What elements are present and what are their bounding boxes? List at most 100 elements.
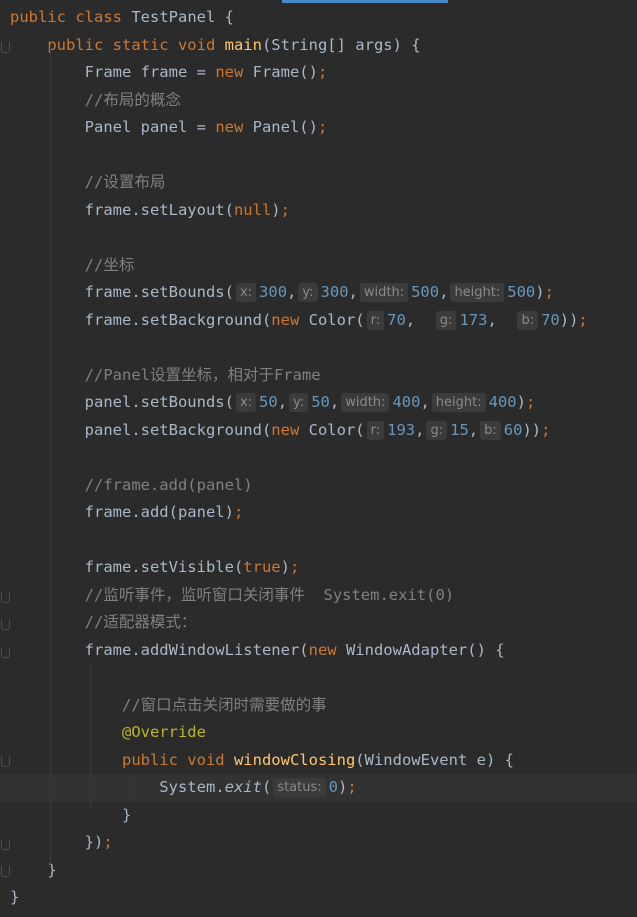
- code-token: new: [215, 118, 253, 136]
- code-line[interactable]: });: [0, 829, 637, 857]
- fold-marker-icon[interactable]: [1, 647, 10, 658]
- code-token: public static void: [47, 35, 225, 54]
- code-token: new: [308, 640, 346, 659]
- code-token: new: [271, 420, 309, 439]
- code-token: )): [559, 310, 579, 329]
- parameter-hint: g:: [426, 420, 448, 440]
- code-token: ;: [233, 503, 244, 521]
- code-line[interactable]: Panel panel = new Panel();: [0, 114, 637, 142]
- code-token: TestPanel {: [131, 8, 234, 26]
- code-token: ;: [103, 833, 113, 851]
- code-token: ): [516, 393, 526, 411]
- code-text: //窗口点击关闭时需要做的事: [10, 692, 327, 720]
- code-line[interactable]: //frame.add(panel): [0, 472, 637, 500]
- code-token: WindowAdapter() {: [345, 640, 505, 659]
- code-line[interactable]: System.exit(status: 0);: [0, 774, 637, 802]
- code-token: }: [10, 805, 132, 824]
- code-line[interactable]: }: [0, 802, 637, 830]
- code-token: ;: [578, 310, 588, 329]
- code-token: ;: [544, 283, 554, 301]
- code-line[interactable]: }: [0, 884, 637, 912]
- code-token: exit: [224, 778, 262, 796]
- code-token: //监听事件，监听窗口关闭事件 System.exit(0): [84, 585, 455, 604]
- code-line[interactable]: frame.setVisible(true);: [0, 554, 637, 582]
- code-token: }: [10, 888, 20, 906]
- code-line[interactable]: [0, 334, 637, 362]
- code-text: }: [10, 884, 19, 912]
- code-line[interactable]: //窗口点击关闭时需要做的事: [0, 692, 637, 720]
- code-line[interactable]: [0, 664, 637, 692]
- code-token: ,: [468, 420, 479, 439]
- code-token: public class: [10, 8, 132, 26]
- code-line[interactable]: panel.setBounds(x: 50, y: 50, width: 400, heig…: [0, 389, 637, 417]
- code-token: ;: [280, 200, 290, 219]
- fold-marker-icon[interactable]: [1, 592, 10, 603]
- code-token: frame.add(panel): [10, 503, 234, 521]
- code-token: 500: [411, 283, 440, 301]
- code-text: //Panel设置坐标，相对于Frame: [10, 362, 321, 390]
- code-token: //Panel设置坐标，相对于Frame: [84, 365, 321, 384]
- code-token: Frame(): [252, 63, 318, 81]
- code-line[interactable]: frame.add(panel);: [0, 499, 637, 527]
- code-text: //布局的概念: [10, 87, 181, 115]
- code-line[interactable]: //适配器模式：: [0, 609, 637, 637]
- code-line[interactable]: [0, 142, 637, 170]
- code-token: //窗口点击关闭时需要做的事: [121, 695, 327, 714]
- code-line[interactable]: panel.setBackground(new Color(r: 193, g: 15…: [0, 417, 637, 445]
- code-line[interactable]: [0, 444, 637, 472]
- code-token: new: [215, 63, 253, 81]
- fold-marker-icon[interactable]: [1, 619, 10, 630]
- code-token: 50: [311, 393, 330, 411]
- code-line[interactable]: [0, 224, 637, 252]
- parameter-hint: y:: [289, 393, 309, 412]
- code-line[interactable]: //坐标: [0, 252, 637, 280]
- fold-marker-icon[interactable]: [1, 839, 10, 850]
- code-token: ,: [420, 393, 430, 411]
- code-token: frame.addWindowListener(: [10, 640, 309, 659]
- code-token: 193: [387, 420, 416, 439]
- code-token: panel.setBounds(: [10, 393, 234, 411]
- parameter-hint: y:: [298, 283, 318, 302]
- code-editor[interactable]: } } }); } System.exit(status: 0); public …: [0, 4, 637, 917]
- code-line[interactable]: Frame frame = new Frame();: [0, 59, 637, 87]
- code-text: //设置布局: [10, 169, 166, 197]
- code-token: ,: [287, 283, 297, 301]
- code-line[interactable]: public void windowClosing(WindowEvent e)…: [0, 747, 637, 775]
- fold-marker-icon[interactable]: [1, 42, 10, 53]
- code-token: )): [522, 420, 542, 439]
- code-token: windowClosing: [233, 750, 356, 769]
- code-line[interactable]: //Panel设置坐标，相对于Frame: [0, 362, 637, 390]
- code-token: (String[] args) {: [261, 35, 421, 54]
- code-line[interactable]: //布局的概念: [0, 87, 637, 115]
- code-token: 0: [328, 778, 338, 796]
- code-line[interactable]: frame.addWindowListener(new WindowAdapte…: [0, 637, 637, 665]
- code-token: ,: [405, 310, 434, 329]
- code-line[interactable]: frame.setBounds(x: 300, y: 300, width: 500, he…: [0, 279, 637, 307]
- fold-marker-icon[interactable]: [1, 756, 10, 767]
- fold-marker-icon[interactable]: [1, 866, 10, 877]
- code-line[interactable]: }: [0, 857, 637, 885]
- parameter-hint: x:: [235, 393, 257, 412]
- code-line[interactable]: frame.setBackground(new Color(r: 70, g: 17…: [0, 307, 637, 335]
- code-line[interactable]: public static void main(String[] args) {: [0, 32, 637, 60]
- code-line[interactable]: @Override: [0, 719, 637, 747]
- parameter-hint: b:: [517, 310, 539, 330]
- code-text: frame.setBackground(new Color(r: 70, g: 17…: [10, 307, 588, 335]
- code-line[interactable]: //设置布局: [0, 169, 637, 197]
- parameter-hint: b:: [480, 420, 501, 440]
- code-line[interactable]: public class TestPanel {: [0, 4, 637, 32]
- code-line[interactable]: frame.setLayout(null);: [0, 197, 637, 225]
- code-text: @Override: [10, 719, 206, 747]
- code-token: (WindowEvent e) {: [355, 750, 514, 769]
- code-token: ): [337, 778, 348, 796]
- code-token: ,: [277, 393, 288, 411]
- code-text: //坐标: [10, 252, 135, 280]
- code-text: Frame frame = new Frame();: [10, 59, 328, 87]
- code-line[interactable]: [0, 527, 637, 555]
- code-token: 70: [387, 310, 406, 329]
- code-line[interactable]: //监听事件，监听窗口关闭事件 System.exit(0): [0, 582, 637, 610]
- code-token: ;: [289, 558, 300, 576]
